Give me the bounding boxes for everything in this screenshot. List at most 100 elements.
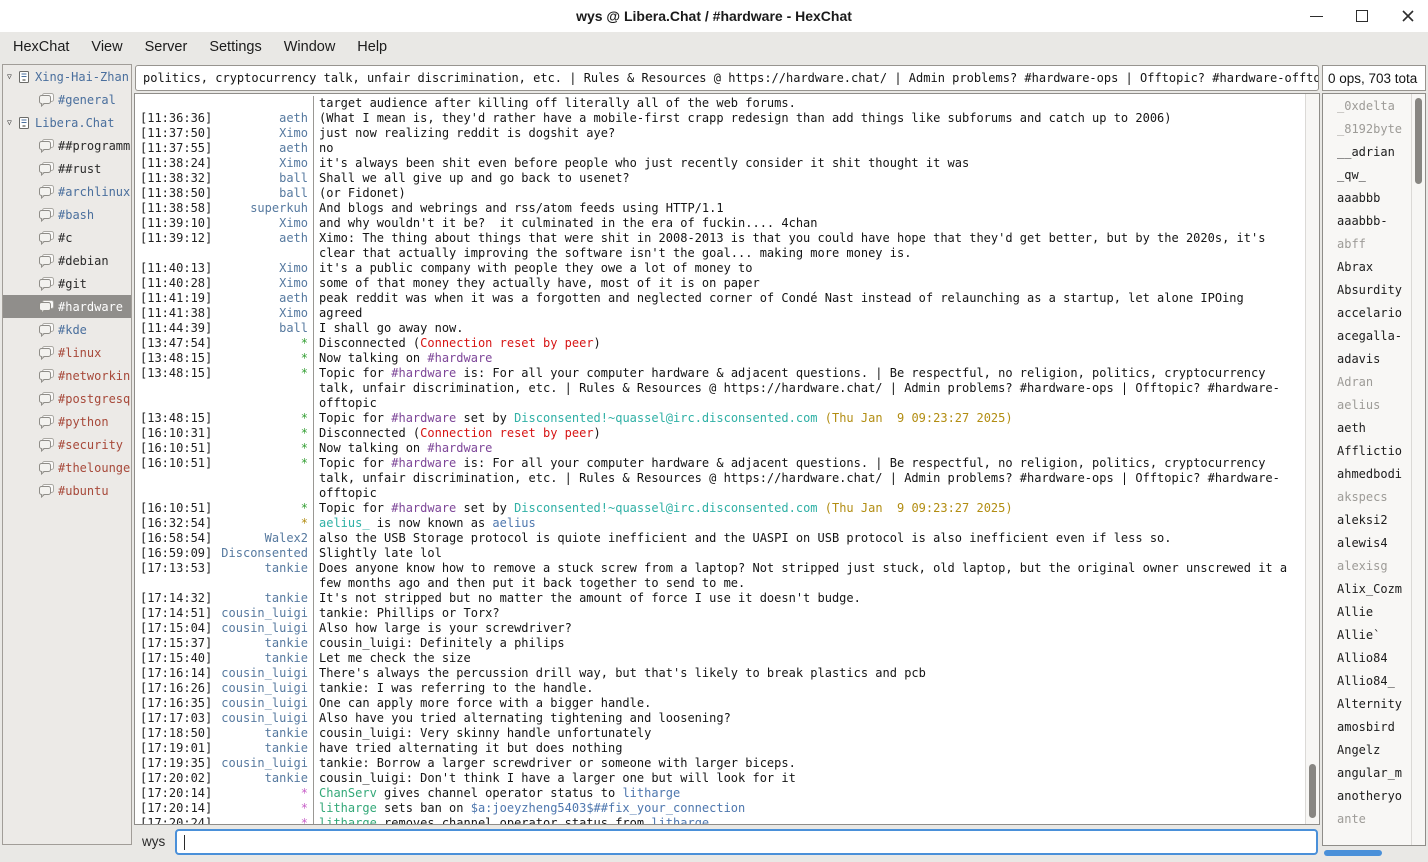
close-button[interactable] [1400,8,1416,24]
user-list-item[interactable]: alewis4 [1323,531,1411,554]
tree-item-ubuntu[interactable]: #ubuntu [3,479,131,502]
message-text: target audience after killing off litera… [313,96,1305,111]
tree-item-kde[interactable]: #kde [3,318,131,341]
user-list-horizontal-scrollbar-thumb[interactable] [1324,850,1382,856]
tree-item-git[interactable]: #git [3,272,131,295]
user-list-item[interactable]: aaabbb [1323,186,1411,209]
message-link[interactable]: litharge [622,786,680,800]
tree-item-rust[interactable]: ##rust [3,157,131,180]
channel-icon [39,231,54,245]
user-list-item[interactable]: alexisg [1323,554,1411,577]
tree-item-xing-hai-zhan[interactable]: ▽Xing-Hai-Zhan [3,65,131,88]
tree-item-python[interactable]: #python [3,410,131,433]
chat-line: [11:37:55]aethno [135,141,1305,156]
chat-scrollbar[interactable] [1305,94,1319,824]
chat-line: [17:13:53]tankieDoes anyone know how to … [135,561,1305,591]
chat-line: [17:16:14]cousin_luigiThere's always the… [135,666,1305,681]
channel-icon [39,346,54,360]
tree-item-debian[interactable]: #debian [3,249,131,272]
tree-item-postgresql[interactable]: #postgresql [3,387,131,410]
message-segment: Connection reset by peer [420,336,593,350]
text-caret [184,835,185,850]
user-list-item[interactable]: Allie [1323,600,1411,623]
tree-item-archlinux[interactable]: #archlinux [3,180,131,203]
tree-item-thelounge[interactable]: #thelounge [3,456,131,479]
menu-item-server[interactable]: Server [134,35,199,59]
user-list-item[interactable]: Afflictio [1323,439,1411,462]
timestamp: [13:48:15] [135,366,213,411]
user-list-item[interactable]: aelius [1323,393,1411,416]
channel-icon [39,323,54,337]
user-list-scrollbar-thumb[interactable] [1415,98,1422,184]
tree-item-libera-chat[interactable]: ▽Libera.Chat [3,111,131,134]
menu-item-hexchat[interactable]: HexChat [2,35,80,59]
user-list-item[interactable]: Alternity [1323,692,1411,715]
user-list-item[interactable]: accelario [1323,301,1411,324]
user-list-item[interactable]: aeth [1323,416,1411,439]
message-text: Shall we all give up and go back to usen… [313,171,1305,186]
message-link[interactable]: aelius [492,516,535,530]
message-link[interactable]: litharge [651,816,709,824]
tree-item-c[interactable]: #c [3,226,131,249]
tree-item-hardware[interactable]: #hardware [3,295,131,318]
expander-arrow-icon[interactable]: ▽ [3,72,17,81]
minimize-button[interactable] [1308,8,1324,24]
message-link[interactable]: $a:joeyzheng5403$##fix_your_connection [471,801,746,815]
timestamp: [17:14:32] [135,591,213,606]
user-list-item[interactable]: _qw_ [1323,163,1411,186]
tree-item-general[interactable]: #general [3,88,131,111]
user-list: _0xdelta_8192byte__adrian_qw_aaabbbaaabb… [1323,94,1411,845]
user-list-item[interactable]: __adrian [1323,140,1411,163]
message-segment: There's always the percussion drill way,… [319,666,926,680]
expander-arrow-icon[interactable]: ▽ [3,118,17,127]
message-segment: (What I mean is, they'd rather have a mo… [319,111,1172,125]
topic-bar[interactable]: politics, cryptocurrency talk, unfair di… [135,65,1319,91]
user-list-item[interactable]: ahmedbodi [1323,462,1411,485]
menu-item-window[interactable]: Window [273,35,347,59]
tree-item-label: #security [58,438,123,452]
user-list-item[interactable]: akspecs [1323,485,1411,508]
tree-item-bash[interactable]: #bash [3,203,131,226]
user-list-item[interactable]: aleksi2 [1323,508,1411,531]
user-list-item[interactable]: Absurdity [1323,278,1411,301]
tree-item-security[interactable]: #security [3,433,131,456]
tree-item-networking[interactable]: #networking [3,364,131,387]
user-list-item[interactable]: Allie` [1323,623,1411,646]
message-text: peak reddit was when it was a forgotten … [313,291,1305,306]
user-list-horizontal-scrollbar[interactable] [1322,848,1426,858]
message-text: have tried alternating it but does nothi… [313,741,1305,756]
nick-label: ball [213,321,313,336]
close-icon [1401,9,1415,23]
user-list-item[interactable]: ante [1323,807,1411,830]
user-list-item[interactable]: Allio84 [1323,646,1411,669]
message-text: (What I mean is, they'd rather have a mo… [313,111,1305,126]
user-list-item[interactable]: abff [1323,232,1411,255]
user-list-item[interactable]: Angelz [1323,738,1411,761]
menu-item-help[interactable]: Help [346,35,398,59]
nick-label: Ximo [213,156,313,171]
tree-item-programming[interactable]: ##programming [3,134,131,157]
user-list-item[interactable]: Alix_Cozm [1323,577,1411,600]
message-segment: cousin_luigi: Don't think I have a large… [319,771,796,785]
user-list-item[interactable]: anotheryo [1323,784,1411,807]
timestamp: [17:19:35] [135,756,213,771]
menu-item-view[interactable]: View [80,35,133,59]
message-input[interactable] [175,829,1318,855]
maximize-button[interactable] [1354,8,1370,24]
user-list-item[interactable]: _0xdelta [1323,94,1411,117]
user-list-item[interactable]: acegalla- [1323,324,1411,347]
user-list-scrollbar[interactable] [1411,94,1425,845]
user-list-item[interactable]: Adran [1323,370,1411,393]
tree-item-linux[interactable]: #linux [3,341,131,364]
chat-scrollbar-thumb[interactable] [1309,764,1316,818]
user-list-item[interactable]: Allio84_ [1323,669,1411,692]
user-list-item[interactable]: _8192byte [1323,117,1411,140]
user-list-item[interactable]: amosbird [1323,715,1411,738]
message-segment: #hardware [391,411,456,425]
user-list-item[interactable]: Abrax [1323,255,1411,278]
timestamp: [17:19:01] [135,741,213,756]
user-list-item[interactable]: angular_m [1323,761,1411,784]
user-list-item[interactable]: adavis [1323,347,1411,370]
user-list-item[interactable]: aaabbb- [1323,209,1411,232]
menu-item-settings[interactable]: Settings [198,35,272,59]
